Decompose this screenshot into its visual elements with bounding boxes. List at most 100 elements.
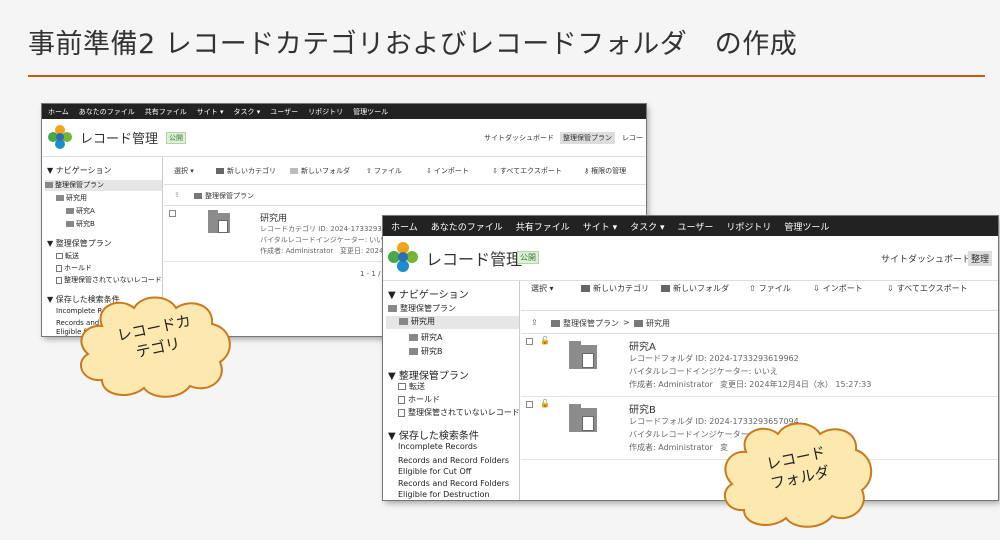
nav-kenkyu-a[interactable]: 研究A <box>66 206 95 216</box>
new-category-button[interactable]: 新しいカテゴリ <box>216 166 276 176</box>
nav-hold[interactable]: ホールド <box>398 394 440 405</box>
nav-saved-header[interactable]: ▼ 保存した検索条件 <box>388 427 479 442</box>
select-menu[interactable]: 選択 ▾ <box>174 166 194 176</box>
folder-icon <box>66 208 74 214</box>
menu-repository[interactable]: リポジトリ <box>726 220 771 233</box>
import-button[interactable]: ⇩ インポート <box>426 166 469 176</box>
nav-file-plan[interactable]: 整理保管プラン <box>45 180 162 191</box>
folder-icon <box>66 221 74 227</box>
lock-icon: 🔓 <box>540 336 550 345</box>
site-dashboard-link[interactable]: サイトダッシュボード <box>484 133 554 143</box>
menu-my-files[interactable]: あなたのファイル <box>79 107 135 117</box>
item-title[interactable]: 研究用 <box>260 211 287 224</box>
menu-shared-files[interactable]: 共有ファイル <box>145 107 187 117</box>
records-link[interactable]: レコー <box>622 133 643 143</box>
export-all-button[interactable]: ⇩ すべてエクスポート <box>492 166 562 176</box>
transfer-icon <box>56 253 63 259</box>
toolbar: 選択 ▾ 新しいカテゴリ 新しいフォルダ ⇧ ファイル ⇩ インポート ⇩ すべてエク… <box>164 157 646 185</box>
nav-unfiled[interactable]: 整理保管されていないレコード <box>56 275 162 285</box>
new-folder-button[interactable]: 新しいフォルダ <box>661 283 729 294</box>
document-icon <box>398 408 405 417</box>
navigation-panel: ▼ ナビゲーション 整理保管プラン 研究用 研究A 研究B ▼ 整理保管プラン … <box>383 281 520 500</box>
item-creator: 作成者: Administrator <box>260 247 334 255</box>
file-plan-link[interactable]: 整理保管プラン <box>560 132 615 144</box>
import-icon: ⇩ <box>813 284 820 293</box>
nav-plan-header[interactable]: ▼ 整理保管プラン <box>47 238 112 249</box>
site-header: レコード管理 公開 サイトダッシュボード 整理 <box>383 236 998 281</box>
breadcrumb-file-plan[interactable]: 整理保管プラン <box>194 191 254 201</box>
item-vital: バイタルレコードインジケーター: いいえ <box>260 236 391 244</box>
item-vital: バイタルレコードインジケーター: いいえ <box>629 367 778 376</box>
record-folder-icon <box>569 404 597 434</box>
menu-tasks[interactable]: タスク ▾ <box>630 220 664 233</box>
nav-hold[interactable]: ホールド <box>56 263 92 273</box>
file-button[interactable]: ⇧ ファイル <box>366 166 402 176</box>
export-all-button[interactable]: ⇩ すべてエクスポート <box>887 283 968 294</box>
manage-permissions-button[interactable]: ⚷ 権限の管理 <box>584 166 626 176</box>
item-id: レコードカテゴリ ID: 2024-1733293561 <box>260 225 396 233</box>
menu-repository[interactable]: リポジトリ <box>308 107 343 117</box>
hold-icon <box>398 395 405 404</box>
nav-plan-header[interactable]: ▼ 整理保管プラン <box>388 367 469 382</box>
menu-tasks[interactable]: タスク ▾ <box>234 107 261 117</box>
site-title: レコード管理 <box>80 132 159 147</box>
item-id: レコードフォルダ ID: 2024-1733293619962 <box>629 354 799 363</box>
menu-home[interactable]: ホーム <box>391 220 418 233</box>
nav-kenkyu[interactable]: 研究用 <box>386 316 519 329</box>
item-title[interactable]: 研究A <box>629 338 656 353</box>
file-plan-link[interactable]: 整理 <box>968 251 993 266</box>
item-modified: 変更日: 2024年12月4日（水） 15:27:33 <box>720 380 872 389</box>
site-logo-icon <box>388 242 418 272</box>
item-checkbox[interactable] <box>526 338 533 345</box>
nav-header[interactable]: ▼ ナビゲーション <box>388 286 469 301</box>
site-dashboard-link[interactable]: サイトダッシュボード <box>881 252 971 265</box>
nav-kenkyu-a[interactable]: 研究A <box>409 332 442 343</box>
record-folder-icon <box>569 341 597 371</box>
select-menu[interactable]: 選択 ▾ <box>531 283 554 294</box>
list-item[interactable]: 🔓 研究A レコードフォルダ ID: 2024-1733293619962 バイ… <box>521 335 998 397</box>
menu-users[interactable]: ユーザー <box>678 220 714 233</box>
nav-kenkyu[interactable]: 研究用 <box>56 193 87 203</box>
menu-admin-tools[interactable]: 管理ツール <box>353 107 388 117</box>
menu-my-files[interactable]: あなたのファイル <box>431 220 503 233</box>
saved-incomplete[interactable]: Incomplete Records <box>398 442 477 451</box>
item-title[interactable]: 研究B <box>629 401 656 416</box>
file-button[interactable]: ⇧ ファイル <box>749 283 791 294</box>
saved-cutoff-line2[interactable]: Eligible for Cut Off <box>398 467 471 476</box>
site-title: レコード管理 <box>426 250 523 269</box>
new-category-button[interactable]: 新しいカテゴリ <box>581 283 649 294</box>
nav-header[interactable]: ▼ ナビゲーション <box>47 165 112 176</box>
top-menu-bar: ホーム あなたのファイル 共有ファイル サイト ▾ タスク ▾ ユーザー リポジ… <box>383 216 998 236</box>
folder-icon <box>409 348 418 355</box>
nav-unfiled[interactable]: 整理保管されていないレコード <box>398 407 519 418</box>
breadcrumb: ⇪ 整理保管プラン > 研究用 <box>521 312 998 334</box>
saved-destruction-line2[interactable]: Eligible for Destruction <box>398 490 490 499</box>
saved-cutoff-line1[interactable]: Records and Record Folders <box>398 456 509 465</box>
nav-kenkyu-b[interactable]: 研究B <box>66 219 95 229</box>
breadcrumb-file-plan[interactable]: 整理保管プラン <box>551 318 619 329</box>
nav-file-plan[interactable]: 整理保管プラン <box>388 303 456 314</box>
breadcrumb-kenkyu[interactable]: 研究用 <box>634 318 670 329</box>
menu-users[interactable]: ユーザー <box>270 107 298 117</box>
folder-icon <box>551 320 560 327</box>
new-folder-button[interactable]: 新しいフォルダ <box>290 166 350 176</box>
menu-sites[interactable]: サイト ▾ <box>197 107 224 117</box>
export-icon: ⇩ <box>492 167 498 175</box>
item-checkbox[interactable] <box>169 210 176 217</box>
nav-transfer[interactable]: 転送 <box>56 251 79 261</box>
up-folder-icon[interactable]: ⇪ <box>531 318 538 327</box>
menu-shared-files[interactable]: 共有ファイル <box>516 220 570 233</box>
saved-destruction-line1[interactable]: Records and Record Folders <box>398 479 509 488</box>
nav-transfer[interactable]: 転送 <box>398 381 425 392</box>
item-checkbox[interactable] <box>526 401 533 408</box>
menu-sites[interactable]: サイト ▾ <box>583 220 617 233</box>
transfer-icon <box>398 383 406 390</box>
item-creator: 作成者: Administrator <box>629 443 713 452</box>
menu-home[interactable]: ホーム <box>48 107 69 117</box>
menu-admin-tools[interactable]: 管理ツール <box>784 220 829 233</box>
import-button[interactable]: ⇩ インポート <box>813 283 863 294</box>
pagination-text: 1 - 1 / <box>360 270 381 278</box>
nav-kenkyu-b[interactable]: 研究B <box>409 346 443 357</box>
up-folder-icon[interactable]: ⇪ <box>174 191 180 199</box>
export-icon: ⇩ <box>887 284 894 293</box>
